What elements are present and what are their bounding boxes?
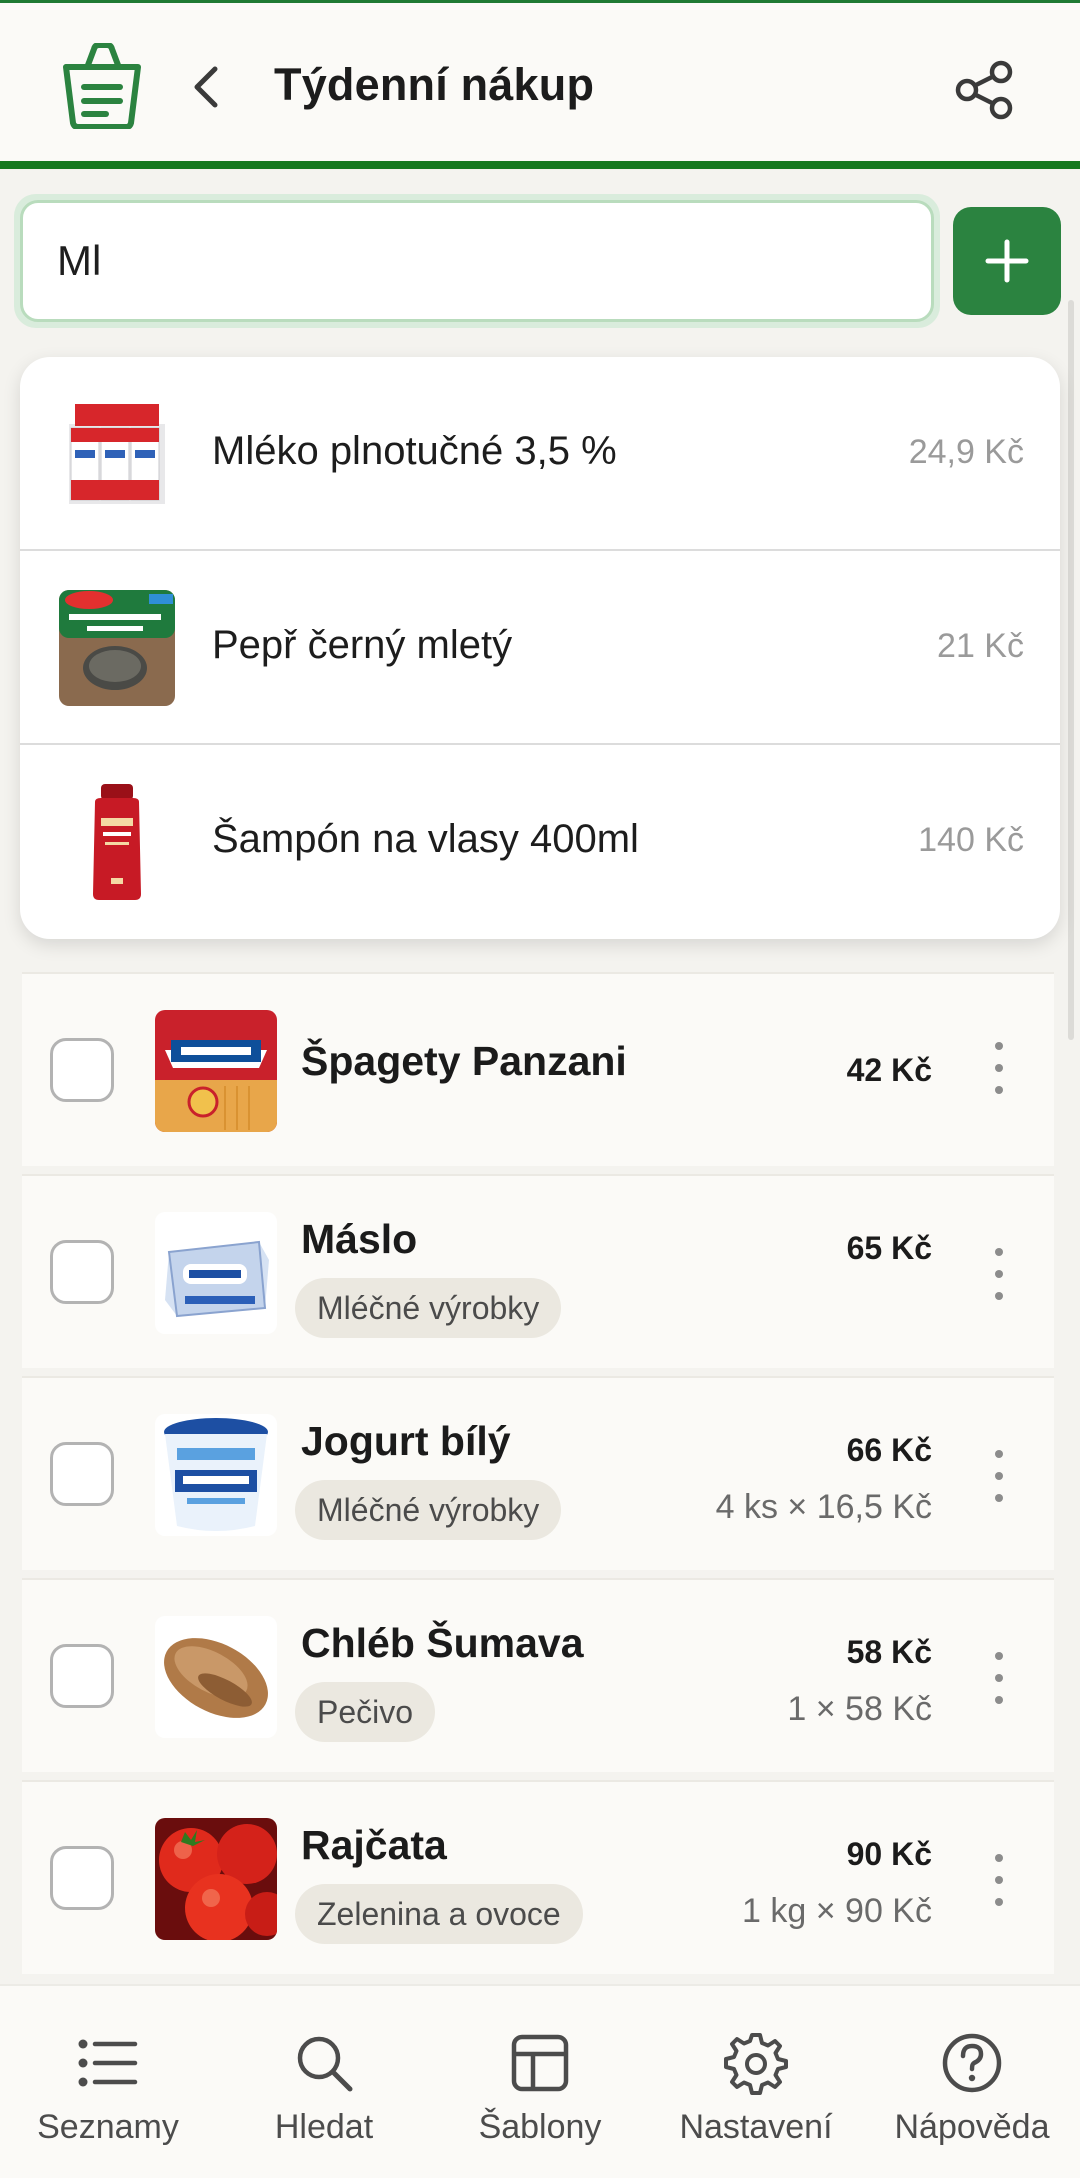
more-options-button[interactable] [987,1850,1011,1910]
app-header: Týdenní nákup [0,3,1080,169]
plus-icon [985,239,1029,283]
milk-carton-image [56,393,178,515]
scrollbar-thumb[interactable] [1068,300,1074,1040]
nav-item-seznamy[interactable]: Seznamy [0,1986,216,2178]
chevron-left-icon [194,66,218,108]
nav-label: Nápověda [894,2108,1050,2146]
yogurt-image [155,1414,277,1536]
list-icon [73,2028,143,2098]
item-name: Jogurt bílý [301,1418,511,1464]
nav-item-hledat[interactable]: Hledat [216,1986,432,2178]
item-checkbox[interactable] [50,1038,114,1102]
suggestion-name: Pepř černý mletý [212,623,513,667]
category-tag: Mléčné výrobky [295,1480,562,1540]
item-checkbox[interactable] [50,1442,114,1506]
autocomplete-suggestions: Mléko plnotučné 3,5 % 24,9 Kč Pepř černý… [20,357,1060,939]
shopping-basket-icon [62,42,142,130]
share-button[interactable] [950,55,1020,125]
item-quantity: 1 kg × 90 Kč [742,1892,932,1930]
bottom-navigation: Seznamy Hledat Šablony Nastavení Nápověd… [0,1984,1080,2178]
pepper-box-image [56,587,178,709]
tomatoes-image [155,1818,277,1940]
category-tag: Zelenina a ovoce [295,1884,583,1944]
item-checkbox[interactable] [50,1240,114,1304]
item-checkbox[interactable] [50,1846,114,1910]
category-tag: Mléčné výrobky [295,1278,562,1338]
item-price: 66 Kč [846,1432,932,1468]
item-quantity: 1 × 58 Kč [787,1690,932,1728]
suggestion-price: 24,9 Kč [908,433,1024,471]
add-item-button[interactable] [953,207,1061,315]
suggestion-price: 21 Kč [937,627,1024,665]
shampoo-bottle-image [56,781,178,903]
list-item[interactable]: Chléb Šumava Pečivo 58 Kč 1 × 58 Kč [22,1578,1054,1772]
template-icon [505,2028,575,2098]
nav-item-sablony[interactable]: Šablony [432,1986,648,2178]
more-options-button[interactable] [987,1446,1011,1506]
nav-item-nastaveni[interactable]: Nastavení [648,1986,864,2178]
item-name: Rajčata [301,1822,447,1868]
list-item[interactable]: Špagety Panzani 42 Kč [22,972,1054,1166]
help-icon [937,2028,1007,2098]
nav-item-napoveda[interactable]: Nápověda [864,1986,1080,2178]
category-tag: Pečivo [295,1682,436,1742]
suggestion-item[interactable]: Mléko plnotučné 3,5 % 24,9 Kč [20,357,1060,551]
suggestion-price: 140 Kč [918,821,1024,859]
item-search-input[interactable] [20,200,934,322]
item-name: Máslo [301,1216,418,1262]
list-item[interactable]: Jogurt bílý Mléčné výrobky 66 Kč 4 ks × … [22,1376,1054,1570]
item-price: 65 Kč [846,1230,932,1266]
nav-label: Seznamy [37,2108,179,2146]
more-options-button[interactable] [987,1648,1011,1708]
share-icon [955,60,1013,120]
suggestion-item[interactable]: Pepř černý mletý 21 Kč [20,551,1060,745]
page-title: Týdenní nákup [274,59,595,110]
search-field-focus-ring [14,194,940,328]
nav-label: Šablony [478,2108,602,2146]
list-item[interactable]: Máslo Mléčné výrobky 65 Kč [22,1174,1054,1368]
bread-image [155,1616,277,1738]
item-checkbox[interactable] [50,1644,114,1708]
item-price: 90 Kč [846,1836,932,1872]
item-price: 58 Kč [846,1634,932,1670]
more-options-button[interactable] [987,1244,1011,1304]
suggestion-item[interactable]: Šampón na vlasy 400ml 140 Kč [20,745,1060,939]
nav-label: Nastavení [679,2108,833,2146]
butter-image [155,1212,277,1334]
list-item[interactable]: Rajčata Zelenina a ovoce 90 Kč 1 kg × 90… [22,1780,1054,1974]
item-price: 42 Kč [846,1052,932,1088]
suggestion-name: Mléko plnotučné 3,5 % [212,429,617,473]
search-icon [289,2028,359,2098]
item-quantity: 4 ks × 16,5 Kč [715,1488,932,1526]
item-name: Chléb Šumava [301,1620,584,1666]
item-name: Špagety Panzani [301,1038,627,1084]
more-options-button[interactable] [987,1038,1011,1098]
nav-label: Hledat [274,2108,374,2146]
suggestion-name: Šampón na vlasy 400ml [212,817,639,861]
back-button[interactable] [180,53,232,121]
gear-icon [721,2028,791,2098]
spaghetti-image [155,1010,277,1132]
